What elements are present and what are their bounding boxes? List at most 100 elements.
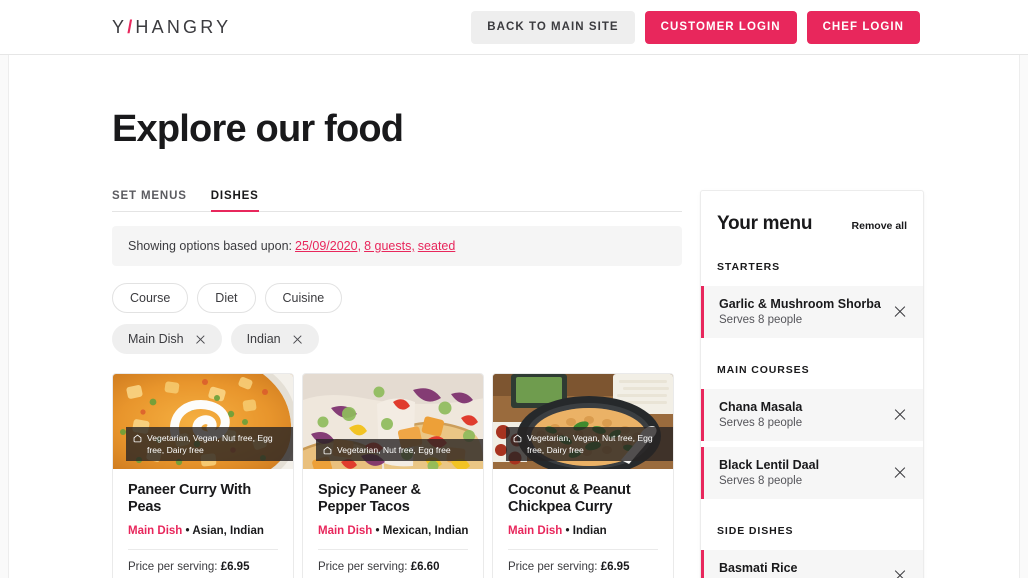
dish-card[interactable]: Vegetarian, Nut free, Egg free Spicy Pan… [302, 373, 484, 578]
filter-diet-dropdown[interactable]: Diet [197, 283, 256, 313]
menu-item-serves: Serves 8 people [719, 314, 803, 326]
dish-title: Spicy Paneer & Pepper Tacos [318, 482, 421, 515]
dietary-badge: Vegetarian, Nut free, Egg free [316, 439, 483, 461]
remove-menu-item-icon[interactable] [893, 408, 907, 422]
meta-separator: • [185, 525, 190, 537]
dish-card[interactable]: Vegetarian, Vegan, Nut free, Egg free, D… [492, 373, 674, 578]
menu-item-name: Basmati Rice [719, 561, 798, 575]
header-actions: BACK TO MAIN SITE CUSTOMER LOGIN CHEF LO… [471, 11, 920, 44]
tab-dishes[interactable]: DISHES [210, 190, 259, 212]
active-filter-indian[interactable]: Indian [230, 324, 319, 354]
dish-price-value: £6.60 [410, 561, 440, 573]
dish-card-body: Coconut & Peanut Chickpea Curry Main Dis… [493, 469, 673, 578]
dish-price-value: £6.95 [600, 561, 630, 573]
guest-count-link[interactable]: 8 guests, [364, 239, 415, 253]
menu-item-name: Black Lentil Daal [719, 458, 820, 472]
menu-item-name: Garlic & Mushroom Shorba [719, 297, 881, 311]
remove-filter-icon[interactable] [292, 334, 303, 345]
dish-cuisine: Asian, Indian [192, 525, 264, 537]
tab-set-menus[interactable]: SET MENUS [112, 190, 187, 211]
dish-course: Main Dish [128, 525, 183, 537]
customer-login-button[interactable]: CUSTOMER LOGIN [644, 11, 797, 44]
your-menu-panel: Your menu Remove all STARTERS Garlic & M… [700, 190, 924, 578]
active-filter-indian-label: Indian [246, 332, 281, 346]
active-filter-main-dish[interactable]: Main Dish [112, 324, 222, 354]
dish-course: Main Dish [318, 525, 373, 537]
dish-title: Paneer Curry With Peas [128, 482, 251, 515]
dietary-badge-label: Vegetarian, Vegan, Nut free, Egg free, D… [147, 433, 273, 455]
logo[interactable]: Y/HANGRY [112, 17, 231, 38]
menu-section-label-starters: STARTERS [717, 261, 781, 273]
site-header: Y/HANGRY BACK TO MAIN SITE CUSTOMER LOGI… [0, 0, 1028, 55]
dish-cuisine: Indian [572, 525, 607, 537]
page-content: Explore our food SET MENUS DISHES Showin… [0, 55, 1028, 578]
leaf-icon [133, 434, 142, 442]
dish-card-grid: Vegetarian, Vegan, Nut free, Egg free, D… [112, 373, 682, 578]
filter-dropdown-row: Course Diet Cuisine [112, 283, 682, 313]
menu-item-name: Chana Masala [719, 400, 803, 414]
dish-meta: Main Dish • Indian [508, 525, 658, 537]
active-filter-main-dish-label: Main Dish [128, 332, 184, 346]
dish-price-label: Price per serving: [508, 561, 598, 573]
menu-item[interactable]: Chana Masala Serves 8 people [701, 389, 923, 441]
filter-course-dropdown[interactable]: Course [112, 283, 189, 313]
menu-panel-header: Your menu Remove all [701, 191, 923, 235]
dish-card-body: Spicy Paneer & Pepper Tacos Main Dish • … [303, 469, 483, 578]
menu-item-serves: Serves 8 people [719, 475, 803, 487]
content-layout: SET MENUS DISHES Showing options based u… [112, 190, 924, 578]
dish-price: Price per serving: £6.60 [318, 550, 468, 578]
menu-item[interactable]: Black Lentil Daal Serves 8 people [701, 447, 923, 499]
showing-options-bar: Showing options based upon: 25/09/2020, 8 … [112, 226, 682, 266]
dish-image: Vegetarian, Nut free, Egg free [303, 374, 483, 469]
dish-cuisine: Mexican, Indian, F [382, 525, 468, 537]
remove-menu-item-icon[interactable] [893, 569, 907, 578]
dish-image: Vegetarian, Vegan, Nut free, Egg free, D… [493, 374, 673, 469]
menu-section-label-side-dishes: SIDE DISHES [717, 525, 794, 537]
remove-menu-item-icon[interactable] [893, 305, 907, 319]
dish-price: Price per serving: £6.95 [508, 550, 658, 578]
menu-column: Your menu Remove all STARTERS Garlic & M… [700, 190, 924, 578]
dish-card-body: Paneer Curry With Peas Main Dish • Asian… [113, 469, 293, 578]
back-to-main-site-button[interactable]: BACK TO MAIN SITE [471, 11, 635, 44]
menu-item-text: Basmati Rice Serves 8 people [719, 561, 802, 578]
dish-price-label: Price per serving: [128, 561, 218, 573]
remove-filter-icon[interactable] [195, 334, 206, 345]
leaf-icon [513, 434, 522, 442]
dietary-badge-label: Vegetarian, Vegan, Nut free, Egg free, D… [527, 433, 653, 455]
menu-item[interactable]: Basmati Rice Serves 8 people [701, 550, 923, 578]
chef-login-button[interactable]: CHEF LOGIN [806, 11, 920, 44]
showing-options-prefix: Showing options based upon: [128, 239, 293, 253]
menu-item[interactable]: Garlic & Mushroom Shorba Serves 8 people [701, 286, 923, 338]
booking-date-link[interactable]: 25/09/2020, [295, 239, 361, 253]
dish-image: Vegetarian, Vegan, Nut free, Egg free, D… [113, 374, 293, 469]
leaf-icon [323, 446, 332, 454]
active-filter-row: Main Dish Indian [112, 324, 682, 354]
menu-item-text: Garlic & Mushroom Shorba Serves 8 people [719, 297, 881, 326]
page-title: Explore our food [112, 108, 404, 150]
remove-all-button[interactable]: Remove all [852, 220, 907, 232]
meta-separator: • [565, 525, 570, 537]
dish-course: Main Dish [508, 525, 563, 537]
filter-cuisine-dropdown[interactable]: Cuisine [264, 283, 343, 313]
dish-meta: Main Dish • Asian, Indian [128, 525, 278, 537]
dish-price-value: £6.95 [220, 561, 250, 573]
logo-text-post: HANGRY [135, 16, 232, 37]
dish-meta: Main Dish • Mexican, Indian, F [318, 525, 468, 537]
tab-bar: SET MENUS DISHES [112, 190, 682, 212]
dietary-badge: Vegetarian, Vegan, Nut free, Egg free, D… [126, 427, 293, 461]
logo-text-pre: Y [112, 16, 128, 37]
dish-price-label: Price per serving: [318, 561, 408, 573]
dish-card[interactable]: Vegetarian, Vegan, Nut free, Egg free, D… [112, 373, 294, 578]
menu-section-label-main-courses: MAIN COURSES [717, 364, 810, 376]
meta-separator: • [375, 525, 380, 537]
menu-panel-title: Your menu [717, 213, 813, 234]
menu-item-text: Chana Masala Serves 8 people [719, 400, 802, 429]
dish-title: Coconut & Peanut Chickpea Curry [508, 482, 631, 515]
dietary-badge: Vegetarian, Vegan, Nut free, Egg free, D… [506, 427, 673, 461]
dish-price: Price per serving: £6.95 [128, 550, 278, 578]
service-style-link[interactable]: seated [418, 239, 456, 253]
remove-menu-item-icon[interactable] [893, 466, 907, 480]
dietary-badge-label: Vegetarian, Nut free, Egg free [337, 445, 451, 455]
dishes-column: SET MENUS DISHES Showing options based u… [112, 190, 682, 578]
menu-item-serves: Serves 8 people [719, 417, 803, 429]
